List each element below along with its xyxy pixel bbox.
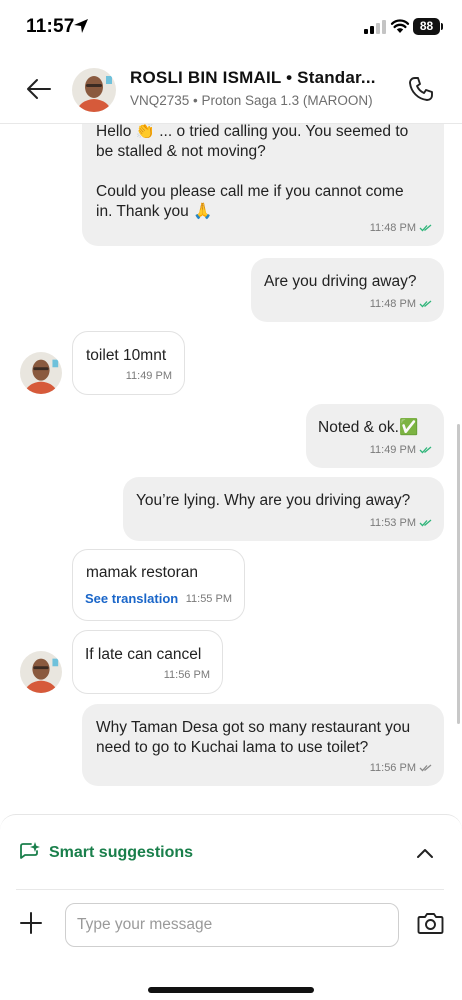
double-check-icon bbox=[419, 224, 432, 232]
message-text: You’re lying. Why are you driving away? bbox=[136, 492, 411, 509]
home-indicator[interactable] bbox=[148, 987, 314, 993]
plus-icon[interactable] bbox=[20, 912, 42, 934]
message-text: Are you driving away? bbox=[264, 273, 417, 290]
message-time: 11:48 PM bbox=[369, 298, 416, 310]
message-text: If late can cancel bbox=[85, 646, 202, 663]
message-text: Why Taman Desa got so many restaurant yo… bbox=[96, 719, 411, 756]
message-time: 11:56 PM bbox=[369, 762, 416, 774]
divider bbox=[16, 889, 444, 890]
vehicle-info: VNQ2735 • Proton Saga 1.3 (MAROON) bbox=[130, 93, 373, 108]
message-bubble-incoming[interactable]: If late can cancel 11:56 PM bbox=[72, 630, 223, 694]
message-meta: 11:56 PM bbox=[370, 758, 432, 778]
message-meta: 11:48 PM bbox=[370, 294, 432, 314]
message-meta: 11:53 PM bbox=[370, 513, 432, 533]
status-time: 11:57 bbox=[26, 16, 75, 37]
status-bar: 11:57 88 bbox=[0, 0, 462, 56]
driver-photo-icon bbox=[72, 68, 116, 112]
driver-avatar[interactable] bbox=[20, 651, 62, 693]
message-bubble-incoming[interactable]: toilet 10mnt 11:49 PM bbox=[72, 331, 185, 395]
message-text: toilet 10mnt bbox=[86, 347, 167, 364]
message-time: 11:55 PM bbox=[185, 593, 232, 605]
message-bubble-outgoing[interactable]: You’re lying. Why are you driving away? … bbox=[123, 477, 444, 541]
message-meta: 11:48 PM bbox=[370, 218, 432, 238]
driver-avatar[interactable] bbox=[72, 68, 116, 112]
message-meta: 11:49 PM bbox=[126, 366, 172, 386]
double-check-icon bbox=[419, 519, 432, 527]
chat-messages[interactable]: Hello 👏 ... o tried calling you. You see… bbox=[0, 124, 462, 814]
smart-suggestions-toggle[interactable]: Smart suggestions bbox=[49, 844, 193, 862]
camera-icon[interactable] bbox=[417, 911, 444, 935]
driver-photo-icon bbox=[20, 651, 62, 693]
phone-icon[interactable] bbox=[408, 76, 434, 102]
message-time: 11:49 PM bbox=[125, 370, 172, 382]
message-time: 11:53 PM bbox=[369, 517, 416, 529]
battery-tip bbox=[441, 23, 443, 30]
chat-header: ROSLI BIN ISMAIL • Standar... VNQ2735 • … bbox=[0, 56, 462, 124]
message-meta: 11:49 PM bbox=[370, 440, 432, 460]
message-meta: See translation 11:55 PM bbox=[85, 589, 232, 609]
message-bubble-incoming[interactable]: mamak restoran See translation 11:55 PM bbox=[72, 549, 245, 621]
back-arrow-icon[interactable] bbox=[26, 78, 52, 100]
driver-photo-icon bbox=[20, 352, 62, 394]
composer-panel: Smart suggestions bbox=[0, 814, 462, 1000]
double-check-icon bbox=[419, 764, 432, 772]
message-time: 11:56 PM bbox=[163, 669, 210, 681]
double-check-icon bbox=[419, 300, 432, 308]
message-time: 11:48 PM bbox=[369, 222, 416, 234]
double-check-icon bbox=[419, 446, 432, 454]
wifi-icon bbox=[390, 19, 410, 33]
message-meta: 11:56 PM bbox=[164, 665, 210, 685]
message-bubble-outgoing[interactable]: Are you driving away? 11:48 PM bbox=[251, 258, 444, 322]
message-text: Noted & ok.✅ bbox=[318, 419, 419, 436]
message-text: Hello 👏 ... o tried calling you. You see… bbox=[96, 124, 409, 220]
message-bubble-outgoing[interactable]: Hello 👏 ... o tried calling you. You see… bbox=[82, 124, 444, 246]
battery-indicator: 88 bbox=[413, 18, 440, 35]
message-bubble-outgoing[interactable]: Why Taman Desa got so many restaurant yo… bbox=[82, 704, 444, 786]
driver-name: ROSLI BIN ISMAIL • Standar... bbox=[130, 68, 376, 87]
message-time: 11:49 PM bbox=[369, 444, 416, 456]
message-text: mamak restoran bbox=[86, 564, 198, 581]
location-arrow-icon bbox=[74, 19, 88, 33]
driver-avatar[interactable] bbox=[20, 352, 62, 394]
message-bubble-outgoing[interactable]: Noted & ok.✅ 11:49 PM bbox=[306, 404, 444, 468]
scrollbar[interactable] bbox=[457, 424, 460, 724]
message-input[interactable] bbox=[65, 903, 399, 947]
sparkle-chat-icon bbox=[20, 842, 40, 859]
cellular-signal-icon bbox=[364, 20, 386, 34]
see-translation-link[interactable]: See translation bbox=[85, 589, 178, 609]
chevron-up-icon[interactable] bbox=[416, 847, 434, 859]
